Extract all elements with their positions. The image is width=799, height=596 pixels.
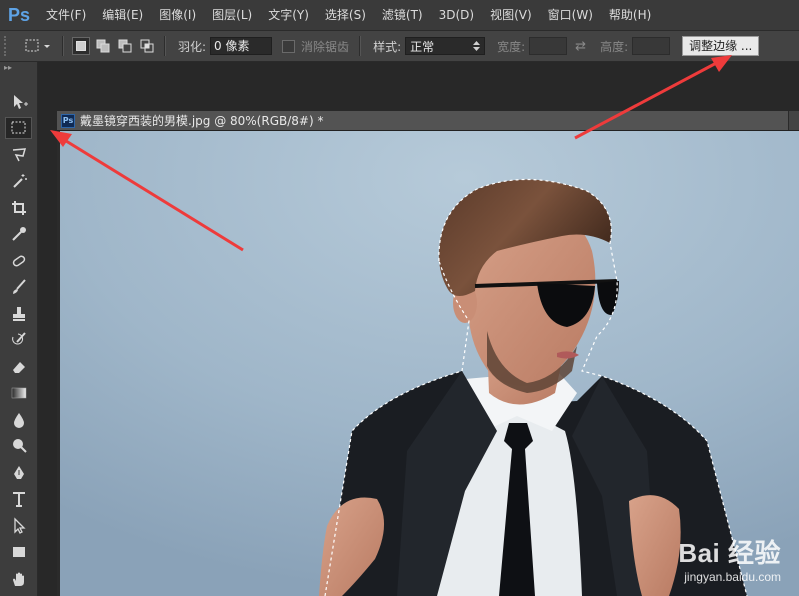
brush-tool[interactable]	[5, 276, 32, 298]
divider	[62, 36, 64, 56]
tab-scroll-handle[interactable]	[788, 111, 799, 130]
antialias-checkbox[interactable]	[282, 39, 296, 53]
menu-help[interactable]: 帮助(H)	[601, 0, 659, 30]
type-tool[interactable]	[5, 488, 32, 510]
tools-panel: ▸▸	[0, 62, 38, 596]
antialias-label: 消除锯齿	[301, 39, 350, 54]
rectangle-tool-icon	[12, 547, 25, 557]
menu-bar: Ps 文件(F) 编辑(E) 图像(I) 图层(L) 文字(Y) 选择(S) 滤…	[0, 0, 799, 30]
history-brush-tool[interactable]	[5, 329, 32, 351]
clone-stamp-icon	[12, 307, 25, 321]
menu-file[interactable]: 文件(F)	[38, 0, 94, 30]
move-tool-icon	[13, 95, 28, 109]
divider	[359, 36, 362, 56]
baidu-watermark: Bai 经验 jingyan.baidu.com	[678, 533, 781, 584]
add-selection-icon	[96, 39, 110, 53]
blur-icon	[13, 413, 24, 428]
menu-select[interactable]: 选择(S)	[317, 0, 374, 30]
eyedropper-icon	[11, 227, 26, 241]
options-bar: 羽化: 0 像素 消除锯齿 样式: 正常 宽度: ⇄ 高度: 调整边缘 ...	[0, 30, 799, 62]
brush-tool-icon	[12, 279, 26, 294]
menu-filter[interactable]: 滤镜(T)	[374, 0, 431, 30]
pen-tool-icon	[13, 466, 24, 479]
photoshop-file-icon: Ps	[61, 113, 75, 128]
blur-tool[interactable]	[5, 409, 32, 431]
dodge-tool[interactable]	[5, 435, 32, 457]
height-input[interactable]	[632, 37, 671, 55]
chevron-updown-icon	[473, 41, 481, 51]
pen-tool[interactable]	[5, 462, 32, 484]
eyedropper-tool[interactable]	[5, 223, 32, 245]
rectangle-tool[interactable]	[5, 541, 32, 563]
marquee-tool[interactable]	[5, 117, 32, 139]
hand-tool[interactable]	[5, 568, 32, 590]
crop-tool-icon	[11, 201, 26, 215]
intersect-selection-button[interactable]	[138, 37, 156, 55]
dodge-icon	[12, 439, 27, 453]
menu-layer[interactable]: 图层(L)	[204, 0, 260, 30]
crop-tool[interactable]	[5, 197, 32, 219]
menu-window[interactable]: 窗口(W)	[540, 0, 601, 30]
collapse-panel-icon[interactable]: ▸▸	[0, 62, 37, 72]
healing-brush-icon	[12, 255, 25, 267]
marquee-tool-icon	[11, 121, 25, 134]
document-title: 戴墨镜穿西装的男模.jpg @ 80%(RGB/8#) *	[80, 114, 324, 128]
subtract-selection-icon	[118, 39, 132, 53]
refine-edge-button[interactable]: 调整边缘 ...	[682, 36, 760, 56]
eraser-icon	[12, 362, 25, 373]
marquee-preset-icon	[25, 39, 50, 52]
magic-wand-tool[interactable]	[5, 170, 32, 192]
document-canvas[interactable]: Bai 经验 jingyan.baidu.com	[57, 131, 799, 596]
feather-label: 羽化:	[178, 39, 207, 54]
path-selection-tool[interactable]	[5, 515, 32, 537]
new-selection-button[interactable]	[72, 37, 90, 55]
magic-wand-icon	[12, 174, 27, 188]
divider	[164, 36, 166, 56]
feather-input[interactable]: 0 像素	[210, 37, 273, 55]
swap-dimensions-icon[interactable]: ⇄	[575, 39, 586, 54]
menu-3d[interactable]: 3D(D)	[431, 0, 482, 30]
move-tool[interactable]	[5, 91, 32, 113]
options-bar-grip[interactable]	[4, 36, 12, 56]
hand-tool-icon	[12, 572, 24, 586]
menu-view[interactable]: 视图(V)	[482, 0, 540, 30]
lasso-tool[interactable]	[5, 144, 32, 166]
style-select[interactable]: 正常	[405, 37, 486, 55]
width-label: 宽度:	[497, 39, 526, 54]
style-label: 样式:	[373, 39, 402, 54]
watermark-url: jingyan.baidu.com	[684, 570, 781, 584]
style-select-value: 正常	[410, 39, 435, 54]
width-input[interactable]	[529, 37, 568, 55]
add-selection-button[interactable]	[94, 37, 112, 55]
history-brush-icon	[11, 332, 26, 345]
gradient-tool[interactable]	[5, 382, 32, 404]
document-tab[interactable]: Ps 戴墨镜穿西装的男模.jpg @ 80%(RGB/8#) *	[57, 111, 799, 131]
intersect-selection-icon	[140, 39, 154, 53]
height-label: 高度:	[600, 39, 629, 54]
clone-stamp-tool[interactable]	[5, 303, 32, 325]
type-tool-icon	[12, 492, 25, 507]
menu-edit[interactable]: 编辑(E)	[94, 0, 151, 30]
menu-image[interactable]: 图像(I)	[151, 0, 204, 30]
lasso-tool-icon	[12, 148, 26, 162]
menu-type[interactable]: 文字(Y)	[260, 0, 317, 30]
canvas-edge	[57, 131, 60, 596]
watermark-brand: Bai 经验	[678, 538, 781, 568]
eraser-tool[interactable]	[5, 356, 32, 378]
photoshop-logo: Ps	[7, 4, 31, 25]
subtract-selection-button[interactable]	[116, 37, 134, 55]
path-select-icon	[13, 517, 26, 534]
healing-brush-tool[interactable]	[5, 250, 32, 272]
gradient-icon	[11, 387, 26, 399]
new-selection-icon	[76, 41, 86, 51]
tool-preset-picker[interactable]	[22, 35, 56, 57]
canvas-image	[57, 131, 799, 596]
